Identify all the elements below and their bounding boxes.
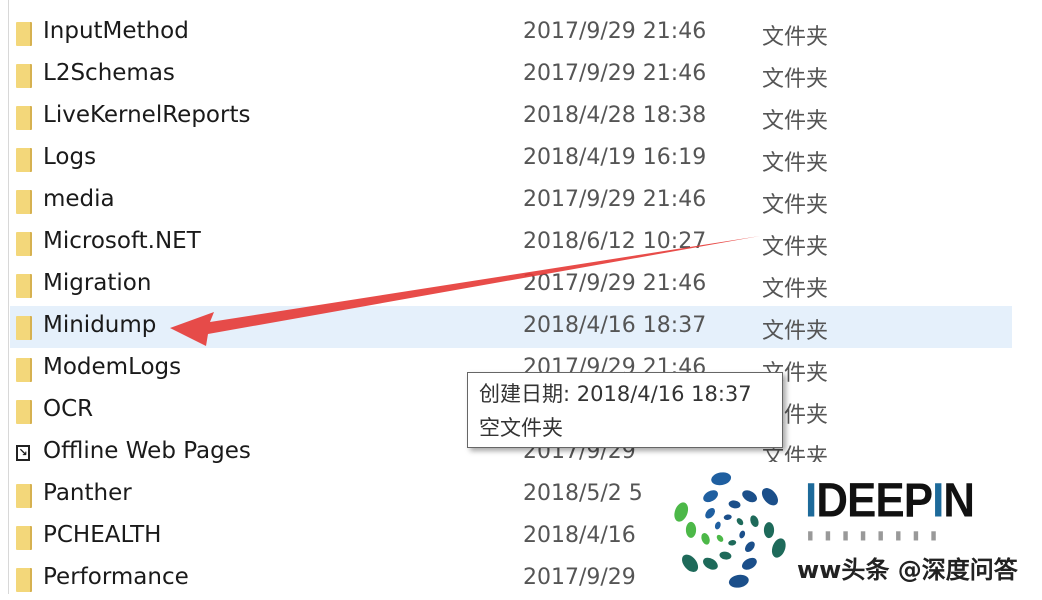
watermark-text: ww头条 @深度问答 [797,556,1018,584]
logo-dot [685,521,697,538]
logo-dot [745,541,755,552]
logo-dot [728,540,737,546]
logo-dot [705,508,715,519]
logo-dot [728,574,749,588]
logo-dot [723,514,732,520]
watermark-subtext: ▮▮▮▮▮▮▮▮ [807,528,948,542]
tooltip-empty-folder: 空文件夹 [479,416,563,440]
logo-dot [719,551,732,560]
logo-dot [703,490,718,503]
logo-dot [701,533,710,545]
logo-dot [742,557,757,570]
logo-dot [716,534,724,542]
logo-dot [763,522,775,539]
logo-dot [682,554,699,572]
logo-dot [703,557,718,570]
logo-dot [739,530,746,539]
spiral-logo-icon [674,472,786,588]
logo-dot [736,518,744,526]
logo-dot [674,502,689,522]
logo-dot [750,515,759,527]
logo-dot [742,490,757,503]
tooltip: 创建日期: 2018/4/16 18:37 空文件夹 [467,372,783,448]
logo-dot [771,538,786,558]
logo-dot [761,488,778,506]
logo-dot [711,472,732,486]
watermark-brand: IDEEPIN [805,473,975,528]
tooltip-created-date: 创建日期: 2018/4/16 18:37 [479,382,752,406]
watermark-logo: IDEEPIN ▮▮▮▮▮▮▮▮ ww头条 @深度问答 [665,462,1042,594]
logo-dot [714,521,721,530]
logo-dot [728,500,741,509]
